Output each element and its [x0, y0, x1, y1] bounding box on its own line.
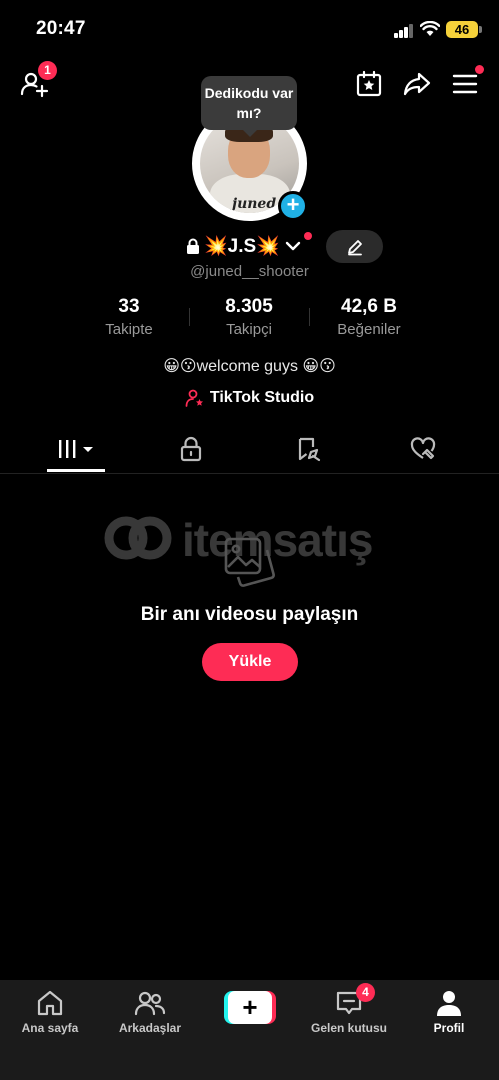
plus-icon: + — [228, 991, 272, 1024]
bottom-navigation: Ana sayfa Arkadaşlar + Gelen kutusu Prof… — [0, 980, 499, 1080]
saved-icon — [298, 437, 321, 462]
liked-icon — [410, 437, 436, 460]
avatar-signature: juned — [232, 196, 277, 212]
content-tabs — [0, 425, 499, 474]
active-tab-indicator — [47, 469, 105, 472]
likes-count: 42,6 B — [341, 296, 397, 317]
tiktok-studio-link[interactable]: TikTok Studio — [0, 388, 499, 408]
stat-divider — [309, 308, 310, 326]
events-button[interactable] — [350, 64, 388, 104]
nav-friends-label: Arkadaşlar — [118, 1021, 182, 1035]
tab-videos[interactable] — [46, 425, 106, 473]
tiktok-studio-label: TikTok Studio — [209, 389, 315, 406]
followers-stat[interactable]: 8.305 Takipçi — [194, 296, 304, 338]
empty-state-message: Bir anı videosu paylaşın — [140, 604, 359, 625]
edit-profile-button[interactable] — [326, 230, 383, 263]
tab-liked[interactable] — [393, 425, 453, 473]
signal-icon — [394, 24, 414, 38]
home-icon — [37, 990, 63, 1016]
following-label: Takipte — [105, 321, 153, 338]
share-arrow-icon — [403, 72, 431, 96]
chevron-down-icon — [285, 241, 301, 251]
wifi-icon — [420, 21, 440, 36]
nav-profile[interactable]: Profil — [399, 988, 499, 1035]
stat-divider — [189, 308, 190, 326]
grid-icon — [59, 440, 93, 458]
hamburger-menu-icon — [452, 74, 478, 94]
private-lock-icon — [187, 238, 199, 254]
following-count: 33 — [118, 296, 140, 317]
creator-person-star-icon — [185, 389, 203, 407]
username: @juned__shooter — [190, 263, 309, 280]
status-time: 20:47 — [36, 18, 86, 39]
note-tooltip[interactable]: Dedikodu var mı? — [201, 76, 297, 137]
battery-indicator: 46 — [446, 21, 482, 38]
account-notification-dot — [304, 232, 312, 240]
tab-private[interactable] — [161, 425, 221, 473]
likes-stat[interactable]: 42,6 B Beğeniler — [314, 296, 424, 338]
profile-screen: 20:47 46 1 juned + Dedikodu var mı? 💥J.S… — [0, 0, 499, 1080]
create-button[interactable]: + — [224, 991, 276, 1024]
nav-profile-label: Profil — [433, 1021, 465, 1035]
nav-inbox[interactable]: Gelen kutusu — [299, 988, 399, 1035]
status-bar: 20:47 46 — [0, 0, 499, 60]
photo-stack-icon — [224, 537, 275, 587]
likes-label: Beğeniler — [337, 321, 401, 338]
inbox-badge: 4 — [356, 983, 375, 1002]
nav-home[interactable]: Ana sayfa — [0, 988, 100, 1035]
menu-notification-dot — [475, 65, 484, 74]
add-friend-badge: 1 — [38, 61, 57, 80]
followers-label: Takipçi — [226, 321, 272, 338]
profile-icon — [437, 991, 461, 1016]
add-story-button[interactable]: + — [278, 191, 308, 221]
nav-home-label: Ana sayfa — [21, 1021, 79, 1035]
nav-friends[interactable]: Arkadaşlar — [100, 988, 200, 1035]
friends-icon — [134, 991, 166, 1016]
display-name: 💥J.S💥 — [204, 236, 280, 257]
followers-count: 8.305 — [225, 296, 273, 317]
watermark-logo — [104, 516, 172, 560]
display-name-row[interactable]: 💥J.S💥 — [186, 232, 302, 260]
tab-saved[interactable] — [278, 425, 338, 473]
share-profile-button[interactable] — [398, 64, 436, 104]
profile-bio: 😀😗welcome guys 😀😗 — [163, 358, 336, 375]
lock-icon — [180, 436, 202, 462]
upload-button[interactable]: Yükle — [202, 643, 298, 681]
nav-inbox-label: Gelen kutusu — [310, 1021, 387, 1035]
pencil-icon — [347, 239, 362, 255]
calendar-star-icon — [356, 70, 382, 97]
following-stat[interactable]: 33 Takipte — [74, 296, 184, 338]
